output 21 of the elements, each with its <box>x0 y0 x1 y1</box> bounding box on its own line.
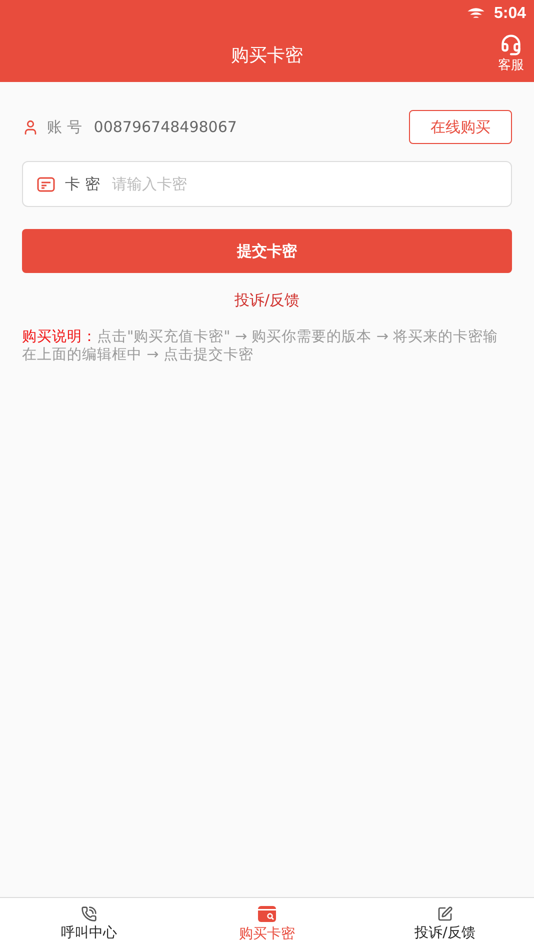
buy-online-button[interactable]: 在线购买 <box>409 110 512 144</box>
card-icon <box>37 176 55 192</box>
account-value: 008796748498067 <box>94 118 238 136</box>
card-icon <box>257 904 277 922</box>
headset-icon[interactable] <box>500 34 522 56</box>
card-label: 卡 密 <box>65 174 100 194</box>
nav-tab[interactable]: 购买卡密 <box>178 898 356 949</box>
support-label[interactable]: 客服 <box>498 56 524 74</box>
complaint-link[interactable]: 投诉/反馈 <box>234 291 300 310</box>
nav-tab[interactable]: 投诉/反馈 <box>356 898 534 949</box>
page-title: 购买卡密 <box>231 44 303 67</box>
card-input[interactable]: 请输入卡密 <box>110 174 497 194</box>
status-time: 5:04 <box>494 5 526 23</box>
nav-tab[interactable]: 呼叫中心 <box>0 898 178 949</box>
phone-icon <box>81 906 97 922</box>
account-label: 账 号 <box>47 118 82 136</box>
instructions-text: 购买说明：点击"购买充值卡密" → 购买你需要的版本 → 将买来的卡密输在上面的编辑框中 → 点击提交卡密 <box>22 328 500 364</box>
user-icon <box>22 118 39 136</box>
submit-button[interactable]: 提交卡密 <box>22 229 512 273</box>
card-input-field[interactable]: 卡 密 请输入卡密 <box>22 161 512 207</box>
edit-icon <box>437 906 453 922</box>
